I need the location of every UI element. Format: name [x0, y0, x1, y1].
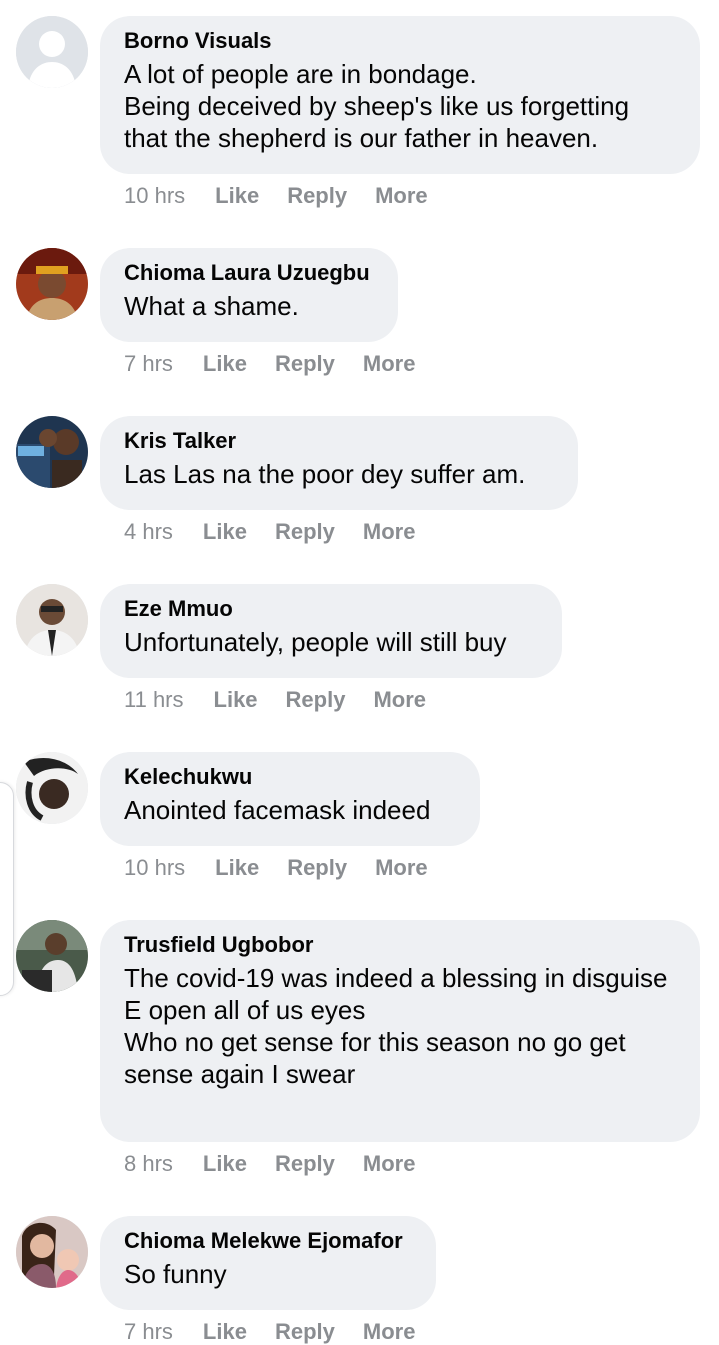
avatar[interactable] [16, 584, 88, 656]
comment-author[interactable]: Chioma Melekwe Ejomafor [124, 1228, 412, 1254]
comment-actions: 8 hrs Like Reply More [124, 1151, 443, 1177]
avatar[interactable] [16, 1216, 88, 1288]
comment-author[interactable]: Trusfield Ugbobor [124, 932, 676, 958]
comment-time[interactable]: 7 hrs [124, 1319, 173, 1345]
reply-button[interactable]: Reply [275, 351, 335, 377]
comment-bubble[interactable]: Kelechukwu Anointed facemask indeed [100, 752, 480, 846]
comment-bubble[interactable]: Chioma Melekwe Ejomafor So funny [100, 1216, 436, 1310]
comment-text: A lot of people are in bondage. Being de… [124, 59, 630, 153]
reply-button[interactable]: Reply [275, 519, 335, 545]
comment-text: So funny [124, 1259, 227, 1289]
comment-bubble[interactable]: Eze Mmuo Unfortunately, people will stil… [100, 584, 562, 678]
comment-author[interactable]: Kelechukwu [124, 764, 456, 790]
comment-actions: 11 hrs Like Reply More [124, 687, 454, 713]
more-button[interactable]: More [363, 1151, 416, 1177]
comment-author[interactable]: Chioma Laura Uzuegbu [124, 260, 374, 286]
comment-actions: 7 hrs Like Reply More [124, 1319, 443, 1345]
comment-text: Anointed facemask indeed [124, 795, 431, 825]
default-profile-icon[interactable] [16, 16, 88, 88]
like-button[interactable]: Like [203, 519, 247, 545]
like-button[interactable]: Like [215, 183, 259, 209]
comment-actions: 7 hrs Like Reply More [124, 351, 443, 377]
comment-bubble[interactable]: Borno Visuals A lot of people are in bon… [100, 16, 700, 174]
comment-actions: 10 hrs Like Reply More [124, 183, 456, 209]
reply-button[interactable]: Reply [287, 183, 347, 209]
comment-actions: 4 hrs Like Reply More [124, 519, 443, 545]
like-button[interactable]: Like [214, 687, 258, 713]
more-button[interactable]: More [375, 855, 428, 881]
comment-text: Unfortunately, people will still buy [124, 627, 507, 657]
comment-time[interactable]: 10 hrs [124, 183, 185, 209]
like-button[interactable]: Like [203, 351, 247, 377]
comment-text: What a shame. [124, 291, 299, 321]
comment-author[interactable]: Eze Mmuo [124, 596, 538, 622]
comment-time[interactable]: 10 hrs [124, 855, 185, 881]
more-button[interactable]: More [363, 1319, 416, 1345]
reply-button[interactable]: Reply [286, 687, 346, 713]
comment-bubble[interactable]: Kris Talker Las Las na the poor dey suff… [100, 416, 578, 510]
reply-button[interactable]: Reply [287, 855, 347, 881]
comment-actions: 10 hrs Like Reply More [124, 855, 456, 881]
comment-author[interactable]: Kris Talker [124, 428, 554, 454]
reply-button[interactable]: Reply [275, 1319, 335, 1345]
comment-bubble[interactable]: Trusfield Ugbobor The covid-19 was indee… [100, 920, 700, 1142]
avatar[interactable] [16, 416, 88, 488]
like-button[interactable]: Like [215, 855, 259, 881]
comment-time[interactable]: 7 hrs [124, 351, 173, 377]
comment-text: The covid-19 was indeed a blessing in di… [124, 963, 668, 1089]
comment-text: Las Las na the poor dey suffer am. [124, 459, 526, 489]
more-button[interactable]: More [363, 519, 416, 545]
avatar[interactable] [16, 248, 88, 320]
reply-button[interactable]: Reply [275, 1151, 335, 1177]
comment-time[interactable]: 11 hrs [124, 687, 184, 713]
more-button[interactable]: More [375, 183, 428, 209]
avatar[interactable] [16, 752, 88, 824]
like-button[interactable]: Like [203, 1319, 247, 1345]
comment-author[interactable]: Borno Visuals [124, 28, 676, 54]
like-button[interactable]: Like [203, 1151, 247, 1177]
comment-time[interactable]: 8 hrs [124, 1151, 173, 1177]
side-drawer-handle[interactable] [0, 782, 14, 996]
more-button[interactable]: More [363, 351, 416, 377]
more-button[interactable]: More [373, 687, 426, 713]
avatar[interactable] [16, 920, 88, 992]
comment-bubble[interactable]: Chioma Laura Uzuegbu What a shame. [100, 248, 398, 342]
comment-time[interactable]: 4 hrs [124, 519, 173, 545]
